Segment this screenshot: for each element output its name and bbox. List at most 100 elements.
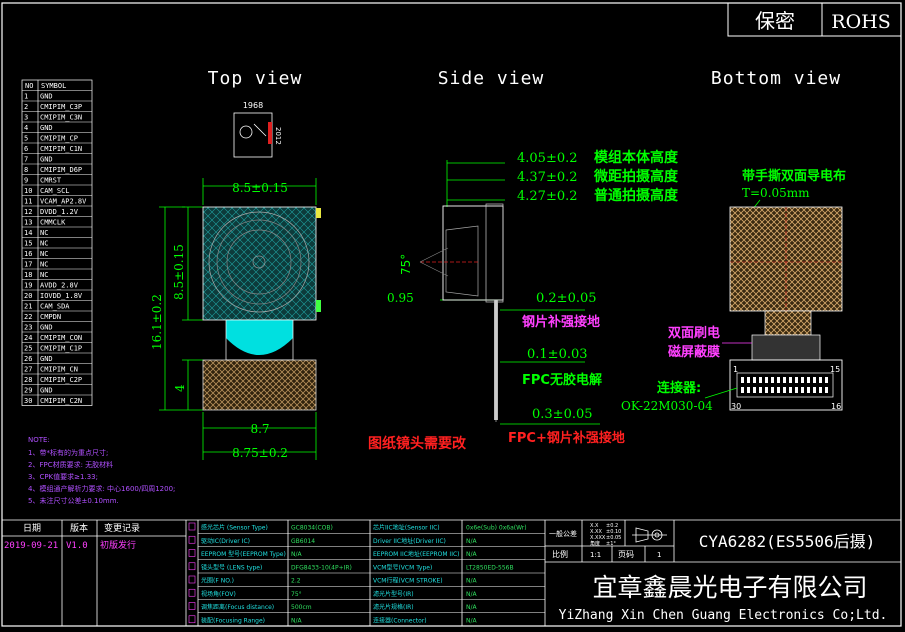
spec-value: N/A (466, 591, 478, 598)
notes-title: NOTE: (28, 436, 50, 444)
pin-symbol: CMIPIM_CON (40, 334, 82, 342)
pin-number: 23 (24, 324, 32, 332)
part-name: CYA6282(ES5506后摄) (699, 532, 876, 551)
connector-pins (741, 377, 828, 393)
pin-number: 17 (24, 261, 32, 269)
spec-value: N/A (466, 538, 478, 545)
pin-symbol: NC (40, 240, 48, 248)
connector-pin (759, 377, 762, 383)
title-block: 一般公差 X.X ±0.2X.XX ±0.10X.XXX ±0.05角度 ±1° 比例 … (549, 523, 887, 623)
pin-symbol: CMIPIM_C1P (40, 345, 82, 353)
bottom-pin-1: 1 (733, 365, 738, 374)
pin-table: NO SYMBOL 1 GND 2 CMIPIM_C3P 3 CMIPIM_C3N 4 GND 5 C… (21, 79, 93, 406)
connector-pin (765, 387, 768, 393)
pin-number: 11 (24, 198, 32, 206)
connector-pin (777, 377, 780, 383)
spec-label: 驱动IC(Driver IC) (201, 538, 250, 545)
spec-label: 感光芯片 (Sensor Type) (201, 524, 268, 532)
page-value: 1 (657, 551, 661, 559)
pin-symbol: CMPDN (40, 313, 61, 321)
pin-number: 24 (24, 334, 32, 342)
spec-checkbox (188, 549, 196, 557)
side-fpc-steel-dim: 0.3±0.05 (532, 407, 593, 422)
spec-value: 2.2 (291, 578, 301, 585)
spec-checkbox (188, 602, 196, 610)
fpc-stiffener (202, 359, 317, 411)
pin-symbol: CMIPIM_C2N (40, 397, 82, 405)
note-line: 1、带*标有的为重点尺寸; (28, 448, 108, 457)
side-h3-dim: 4.27±0.2 (517, 189, 578, 204)
chip-top-number: 1968 (243, 101, 263, 110)
side-fpc-dim: 0.1±0.03 (527, 347, 588, 362)
emi-shield-film (751, 334, 821, 361)
top-fpc-length-dim: 4 (173, 384, 187, 392)
side-h3-note: 普通拍摄高度 (594, 187, 679, 204)
top-total-length-dim: 16.1±0.2 (150, 294, 164, 350)
module-body (202, 206, 317, 321)
pin-number: 30 (24, 397, 32, 405)
pin-symbol: NC (40, 271, 48, 279)
side-lens-note: 图纸镜头需要改 (368, 435, 467, 452)
bottom-pin-16: 16 (831, 402, 841, 411)
pin-symbol: DVDD_1.2V (40, 208, 79, 216)
side-steel-dim: 0.2±0.05 (536, 291, 597, 306)
spec-label: 滤光片型号(IR) (373, 590, 414, 598)
spec-value: 75° (291, 591, 302, 598)
spec-label: EEPROM 型号(EEPROM Type) (201, 550, 286, 558)
spec-label: VCM型号(VCM Type) (373, 563, 432, 571)
spec-label: Driver IIC地址(Driver IIC) (373, 537, 446, 545)
page-label: 页码 (618, 550, 634, 559)
pin-symbol: GND (40, 124, 53, 132)
spec-label: 镜头型号 (LENS type) (201, 563, 262, 571)
tolerance-row-label: 角度 (590, 540, 600, 547)
spec-table: 感光芯片 (Sensor Type) GC8034(COB) 芯片IIC地址(Sen… (188, 522, 545, 624)
spec-checkbox (188, 562, 196, 571)
pin-symbol: CMIPIM_D6P (40, 166, 82, 174)
spec-checkbox (188, 575, 196, 584)
pin-symbol: CMIPIM_CN (40, 366, 78, 374)
pin-symbol: GND (40, 355, 53, 363)
connector-pin (789, 377, 792, 383)
pin-number: 2 (24, 103, 28, 111)
pin-number: 5 (24, 135, 28, 143)
spec-label: 芯片IIC地址(Sensor IIC) (373, 524, 440, 532)
connector-pin (825, 377, 828, 383)
spec-value: DFG8433-10(4P+IR) (291, 564, 352, 571)
spec-value: N/A (466, 604, 478, 611)
spec-checkbox (188, 535, 196, 544)
pin-symbol: AVDD_2.8V (40, 282, 79, 290)
connector-pin (807, 387, 810, 393)
pin-symbol: VCAM_AP2.8V (40, 198, 87, 206)
connector-pin (813, 377, 816, 383)
revision-date: 2019-09-21 (4, 541, 58, 551)
pin-number: 22 (24, 313, 32, 321)
note-line: 3、CPK值要求≥1.33; (28, 472, 98, 481)
spec-value: N/A (291, 617, 303, 624)
top-view: 1968 2012 8.5±0.15 8.5±0.15 16.1±0.2 4 8… (150, 101, 321, 460)
pin-number: 19 (24, 282, 32, 290)
company-en: YiZhang Xin Chen Guang Electronics Co;Lt… (559, 608, 888, 623)
spec-value: LT2850ED-556B (466, 564, 514, 571)
note-line: 5、未注尺寸公差±0.10mm. (28, 496, 119, 505)
revision-header-date: 日期 (23, 523, 41, 534)
connector-pin (789, 387, 792, 393)
bottom-view: 带手撕双面导电布 T=0.05mm 双面刷电 磁屏蔽膜 1 15 30 16 连… (621, 168, 846, 413)
connector-pin (819, 377, 822, 383)
spec-label: 滤光片规格(IR) (373, 603, 414, 611)
pin-number: 25 (24, 345, 32, 353)
bottom-connector-part: OK-22M030-04 (621, 399, 713, 413)
bottom-tape-thickness: T=0.05mm (742, 186, 810, 200)
connector-pin (813, 387, 816, 393)
top-width-dim: 8.5±0.15 (232, 181, 288, 195)
connector-pin (771, 387, 774, 393)
chip-side-number: 2012 (274, 127, 282, 145)
pin-number: 12 (24, 208, 32, 216)
spec-label: 调焦距离(Focus distance) (201, 603, 274, 611)
note-line: 4、模组通产解析力要求: 中心1600/四周1200; (28, 484, 175, 493)
pin-number: 20 (24, 292, 32, 300)
tolerance-rows: X.X ±0.2X.XX ±0.10X.XXX ±0.05角度 ±1° (590, 523, 621, 547)
side-steel-note: 钢片补强接地 (522, 314, 600, 330)
spec-label: 光圈(F NO.) (201, 577, 234, 585)
pin-number: 9 (24, 177, 28, 185)
first-angle-projection-icon (632, 527, 667, 543)
